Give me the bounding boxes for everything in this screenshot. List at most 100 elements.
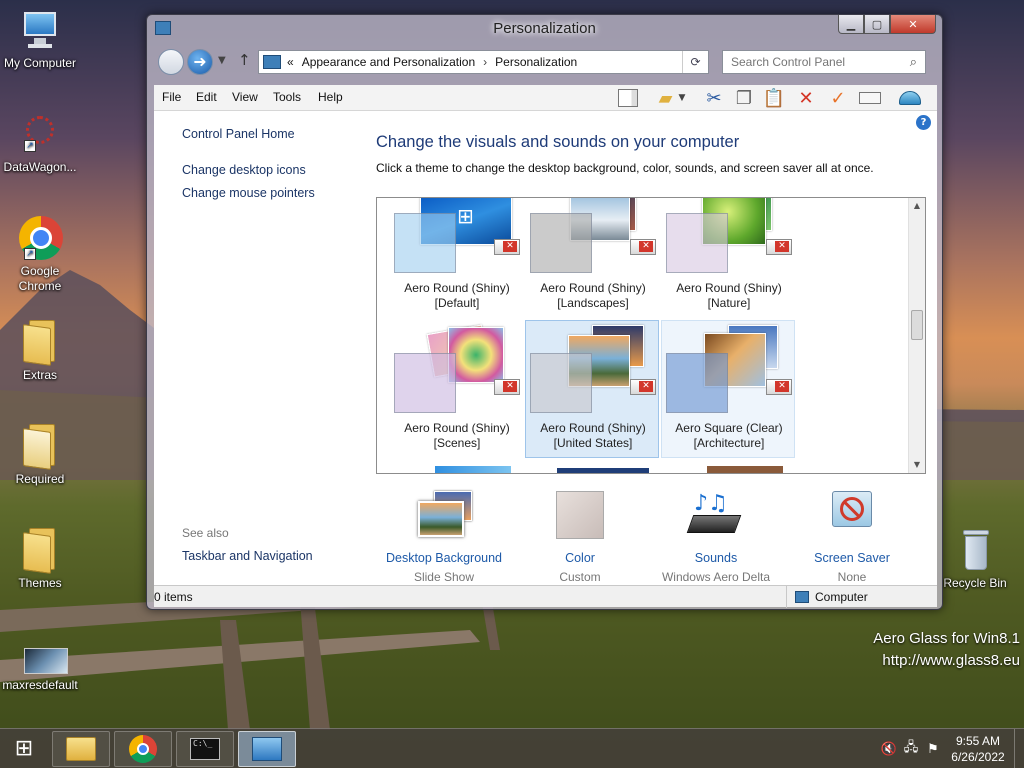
breadcrumb-overflow[interactable]: « <box>287 55 294 69</box>
theme-name: Aero Round (Shiny) <box>676 281 782 295</box>
copy-icon[interactable]: ❐ <box>732 87 756 109</box>
layout-icon[interactable] <box>616 87 640 109</box>
refresh-button[interactable]: ⟳ <box>682 51 708 73</box>
desktop-icon-extras[interactable]: Extras <box>0 320 80 383</box>
desktop-icon-datawagon[interactable]: ↗ DataWagon... <box>0 112 80 175</box>
desktop-background-title[interactable]: Desktop Background <box>376 551 512 565</box>
color-setting[interactable]: Color Custom <box>512 491 648 584</box>
color-title[interactable]: Color <box>512 551 648 565</box>
desktop-background-setting[interactable]: Desktop Background Slide Show <box>376 491 512 584</box>
theme-nature[interactable]: Aero Round (Shiny) [Nature] <box>661 198 796 318</box>
scroll-up-button[interactable]: ▲ <box>909 198 925 214</box>
menu-file[interactable]: File <box>162 90 181 104</box>
theme-variant: [United States] <box>553 436 633 450</box>
computer-icon <box>795 591 809 603</box>
delete-icon[interactable]: ✕ <box>794 87 818 109</box>
breadcrumb-personalization[interactable]: Personalization <box>495 55 577 69</box>
help-icon[interactable]: ? <box>916 115 931 130</box>
item-count: 0 items <box>154 590 193 604</box>
desktop-icon-required[interactable]: Required <box>0 424 80 487</box>
search-input[interactable] <box>731 55 901 69</box>
volume-muted-icon[interactable]: 🔇 <box>878 742 900 757</box>
theme-list: ⊞ Aero Round (Shiny) [Default] Aero <box>376 197 926 474</box>
taskbar-navigation-link[interactable]: Taskbar and Navigation <box>182 549 313 563</box>
theme-label: Aero Round (Shiny) [Nature] <box>662 281 796 311</box>
desktop-icon-themes[interactable]: Themes <box>0 528 80 591</box>
aero-glass-watermark: Aero Glass for Win8.1 http://www.glass8.… <box>873 628 1020 672</box>
screen-saver-title[interactable]: Screen Saver <box>784 551 920 565</box>
control-panel-icon <box>263 55 281 69</box>
theme-united-states[interactable]: Aero Round (Shiny) [United States] <box>525 320 659 458</box>
desktop-icon-label: Required <box>15 472 65 486</box>
screen-saver-value: None <box>837 570 867 584</box>
menu-tools[interactable]: Tools <box>273 90 301 104</box>
desktop-icon-maxresdefault[interactable]: maxresdefault <box>0 640 80 693</box>
properties-icon[interactable] <box>858 87 882 109</box>
change-mouse-pointers-link[interactable]: Change mouse pointers <box>182 186 315 200</box>
sounds-title[interactable]: Sounds <box>648 551 784 565</box>
theme-architecture[interactable]: Aero Square (Clear) [Architecture] <box>661 320 795 458</box>
theme-variant: [Scenes] <box>433 436 481 450</box>
paste-icon[interactable]: 📋 <box>762 87 786 109</box>
cut-icon[interactable]: ✂ <box>702 87 726 109</box>
desktop-icon-my-computer[interactable]: My Computer <box>0 8 80 71</box>
menu-view[interactable]: View <box>232 90 258 104</box>
menu-edit[interactable]: Edit <box>196 90 217 104</box>
navigation-bar: ➜ ▼ ↑ « Appearance and Personalization ›… <box>154 47 937 77</box>
check-icon[interactable]: ✓ <box>826 87 850 109</box>
theme-variant: [Architecture] <box>693 436 765 450</box>
change-desktop-icons-link[interactable]: Change desktop icons <box>182 163 306 177</box>
desktop-icon-recycle-bin[interactable]: Recycle Bin <box>935 528 1015 591</box>
theme-thumbnail <box>526 198 660 273</box>
breadcrumb-separator[interactable]: › <box>483 55 487 69</box>
title-bar[interactable]: Personalization ▁ ▢ ✕ <box>147 15 942 43</box>
color-preview <box>666 213 728 273</box>
theme-name: Aero Round (Shiny) <box>404 281 510 295</box>
control-panel-icon[interactable] <box>238 731 296 767</box>
up-arrow-icon[interactable]: ↑ <box>238 51 251 69</box>
folder-icon <box>16 320 64 366</box>
search-icon[interactable]: ⌕ <box>910 54 917 70</box>
theme-landscapes[interactable]: Aero Round (Shiny) [Landscapes] <box>525 198 660 318</box>
show-desktop-button[interactable] <box>1014 729 1024 768</box>
clock[interactable]: 9:55 AM 6/26/2022 <box>944 733 1012 765</box>
desktop-background-value: Slide Show <box>413 570 475 584</box>
recent-pages-dropdown[interactable]: ▼ <box>218 55 226 66</box>
control-panel-home-link[interactable]: Control Panel Home <box>182 127 295 141</box>
theme-label: Aero Round (Shiny) [Scenes] <box>390 421 524 451</box>
menu-help[interactable]: Help <box>318 90 343 104</box>
watermark-line-2: http://www.glass8.eu <box>882 652 1020 669</box>
back-button[interactable] <box>158 49 184 75</box>
sounds-setting[interactable]: ♪♫ Sounds Windows Aero Delta <box>648 491 784 584</box>
shell-icon[interactable] <box>898 87 922 109</box>
file-explorer-icon[interactable] <box>52 731 110 767</box>
color-preview <box>530 353 592 413</box>
minimize-button[interactable]: ▁ <box>838 15 864 34</box>
close-preview-icon <box>766 379 792 395</box>
command-prompt-icon[interactable]: C:\_ <box>176 731 234 767</box>
close-button[interactable]: ✕ <box>890 15 936 34</box>
theme-scenes[interactable]: Aero Round (Shiny) [Scenes] <box>389 320 523 458</box>
network-icon[interactable]: 🖧 <box>900 738 922 760</box>
windows-logo-icon[interactable]: ⊞ <box>4 733 44 765</box>
chrome-icon[interactable] <box>114 731 172 767</box>
scroll-thumb[interactable] <box>911 310 923 340</box>
recycle-bin-icon <box>951 528 999 574</box>
theme-list-scrollbar[interactable]: ▲ ▼ <box>908 198 925 473</box>
forward-button[interactable]: ➜ <box>187 49 213 75</box>
theme-label: Aero Round (Shiny) [United States] <box>526 421 660 451</box>
screen-saver-setting[interactable]: Screen Saver None <box>784 491 920 584</box>
desktop-icon-label: Recycle Bin <box>943 576 1007 590</box>
theme-default[interactable]: ⊞ Aero Round (Shiny) [Default] <box>389 198 523 318</box>
maximize-button[interactable]: ▢ <box>864 15 890 34</box>
scroll-down-button[interactable]: ▼ <box>909 457 925 473</box>
desktop-icon-google-chrome[interactable]: ↗ Google Chrome <box>0 216 80 294</box>
action-center-icon[interactable]: ⚑ <box>922 742 944 757</box>
breadcrumb-appearance[interactable]: Appearance and Personalization <box>302 55 475 69</box>
address-bar[interactable]: « Appearance and Personalization › Perso… <box>258 50 709 74</box>
theme-name: Aero Round (Shiny) <box>540 421 646 435</box>
search-box[interactable]: ⌕ <box>722 50 926 74</box>
theme-variant: [Landscapes] <box>557 296 629 310</box>
see-also-label: See also <box>182 526 229 540</box>
folder-options-icon[interactable]: ▰ ▼ <box>652 87 692 109</box>
